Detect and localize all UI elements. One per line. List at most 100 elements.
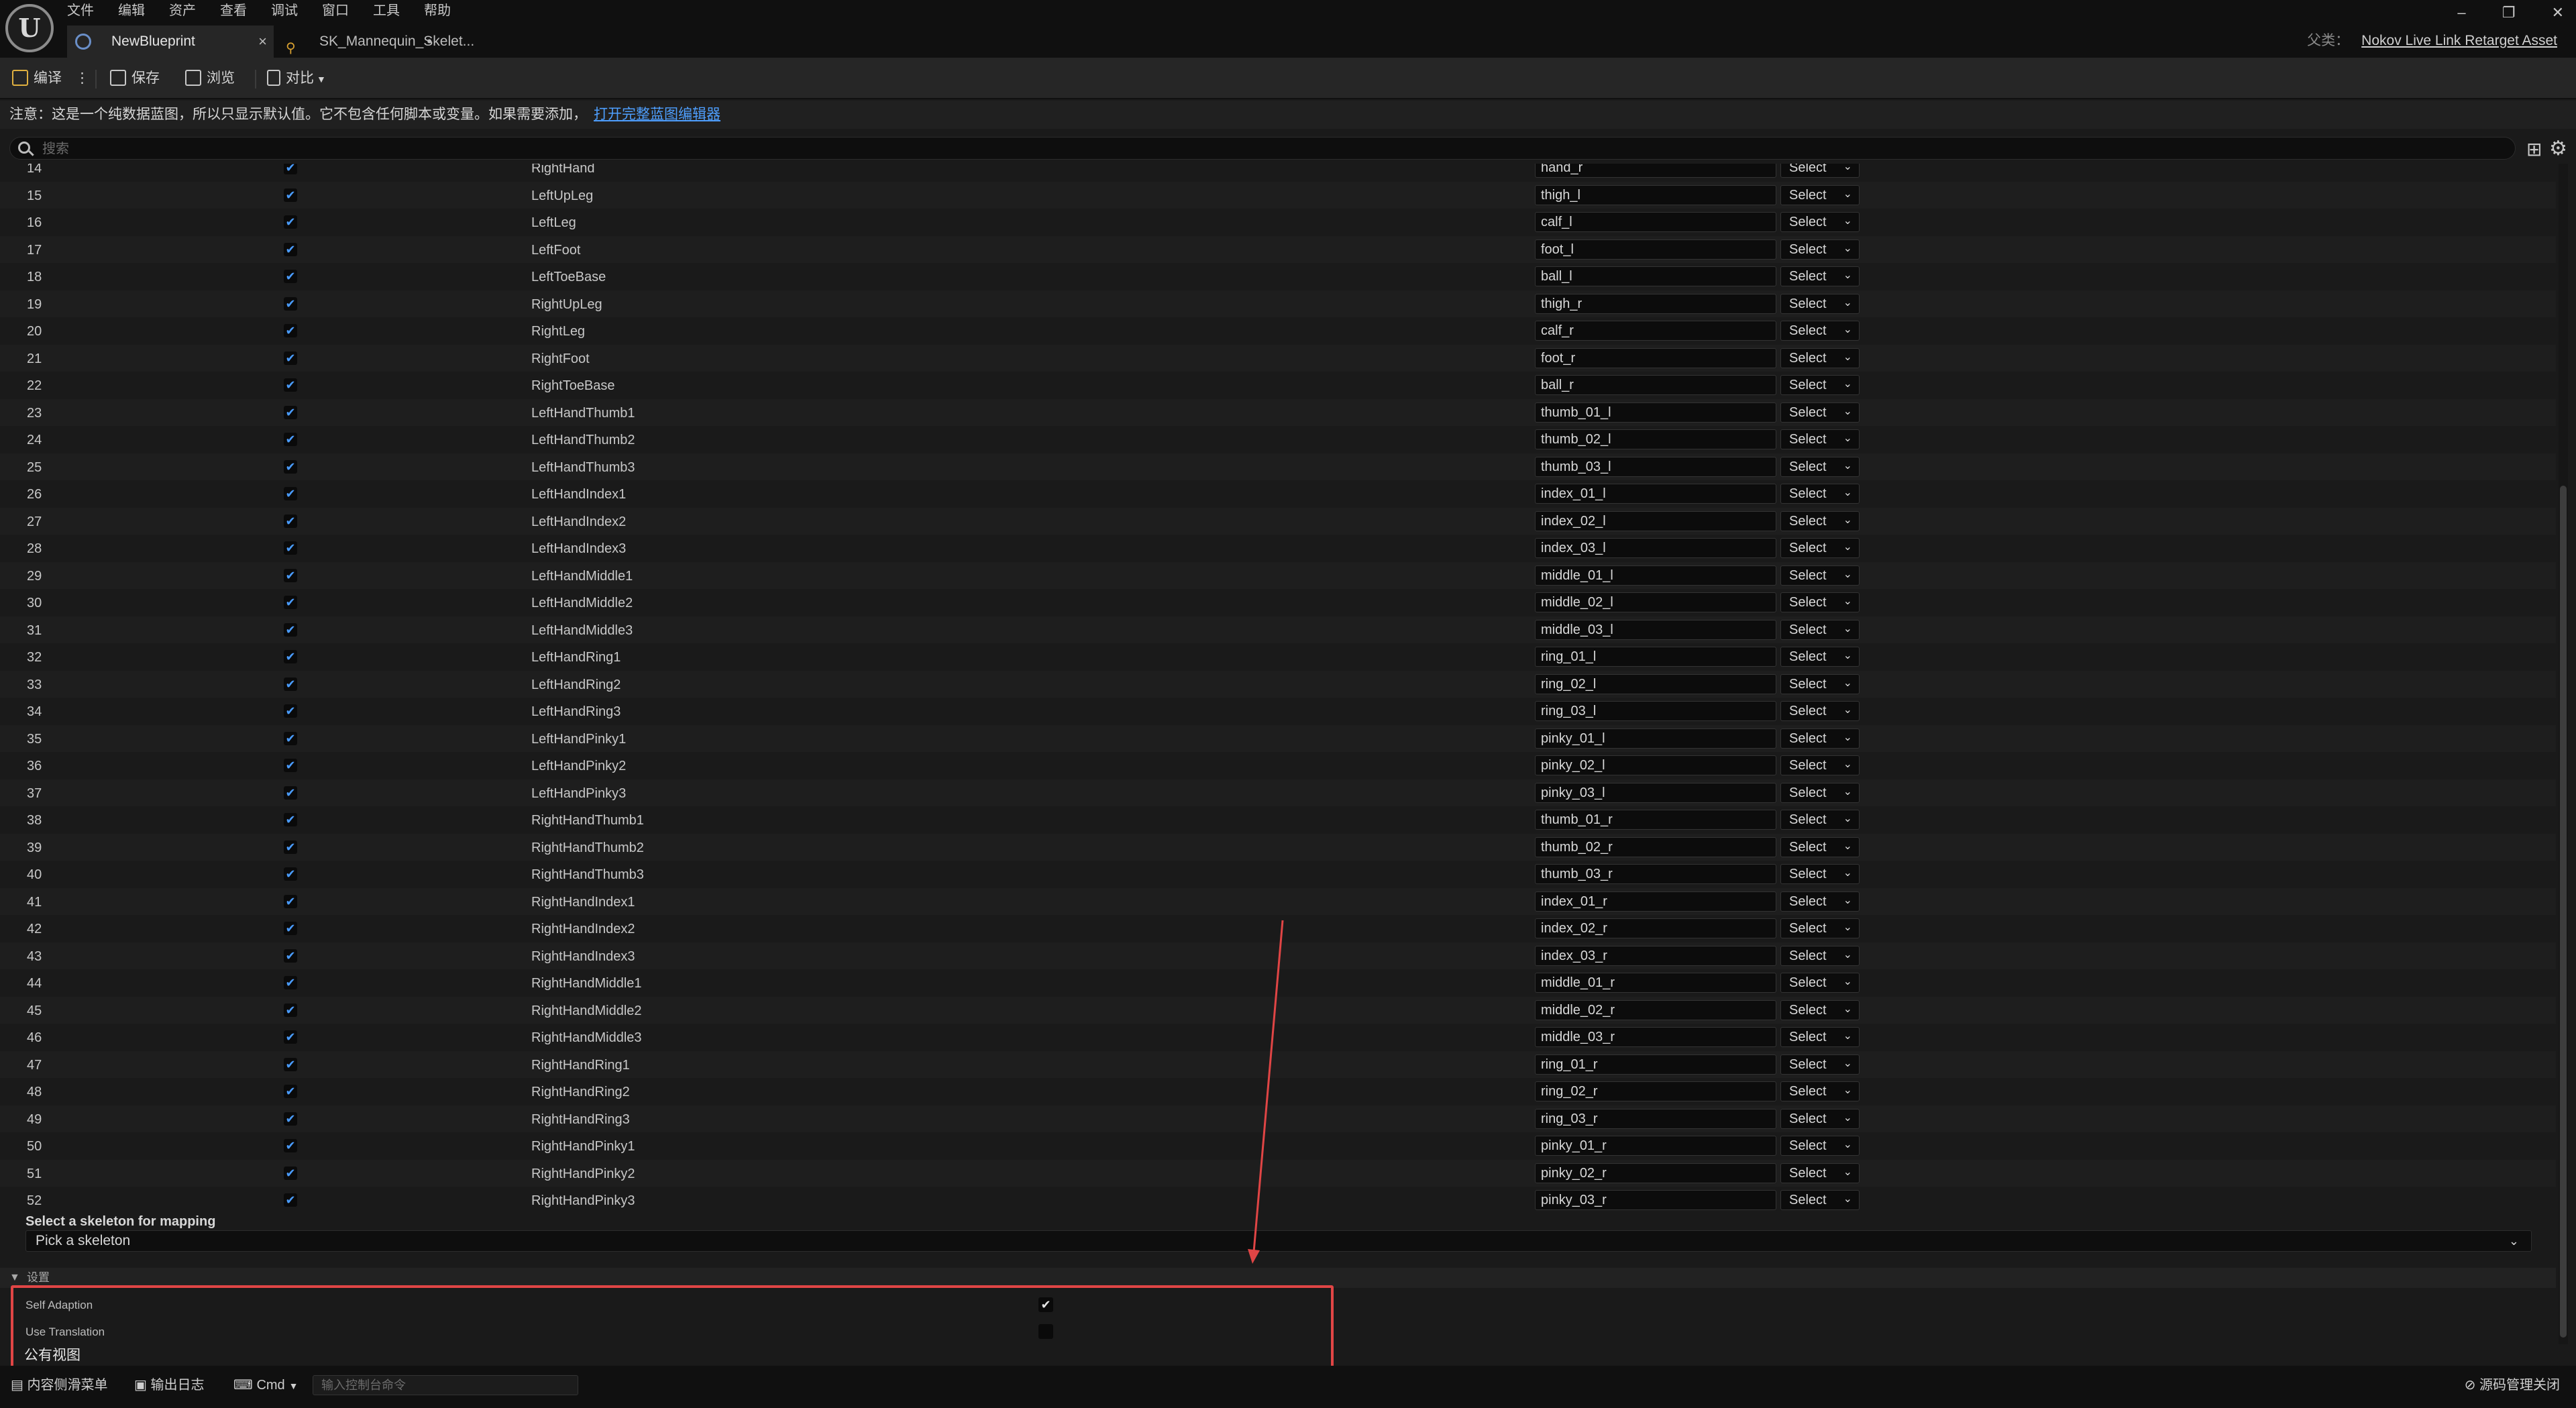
target-bone-field[interactable]: index_03_l bbox=[1535, 538, 1776, 558]
bone-select-dropdown[interactable]: Select ⌄ bbox=[1780, 164, 1860, 178]
menu-item[interactable]: 帮助 bbox=[424, 0, 451, 21]
target-bone-field[interactable]: index_01_l bbox=[1535, 484, 1776, 504]
target-bone-field[interactable]: thumb_02_r bbox=[1535, 836, 1776, 857]
bone-select-dropdown[interactable]: Select ⌄ bbox=[1780, 510, 1860, 531]
row-enabled-checkbox[interactable]: ✔ bbox=[284, 894, 297, 908]
bone-select-dropdown[interactable]: Select ⌄ bbox=[1780, 647, 1860, 667]
scrollbar[interactable] bbox=[2559, 164, 2568, 1344]
row-enabled-checkbox[interactable]: ✔ bbox=[284, 922, 297, 935]
bone-select-dropdown[interactable]: Select ⌄ bbox=[1780, 755, 1860, 775]
target-bone-field[interactable]: pinky_01_l bbox=[1535, 728, 1776, 749]
bone-select-dropdown[interactable]: Select ⌄ bbox=[1780, 810, 1860, 830]
row-enabled-checkbox[interactable]: ✔ bbox=[284, 867, 297, 881]
menu-item[interactable]: 查看 bbox=[220, 0, 247, 21]
search-input[interactable] bbox=[41, 138, 2456, 160]
tab-newblueprint[interactable]: NewBlueprint × bbox=[67, 25, 274, 58]
row-enabled-checkbox[interactable]: ✔ bbox=[284, 296, 297, 311]
bone-select-dropdown[interactable]: Select ⌄ bbox=[1780, 1054, 1860, 1075]
menu-item[interactable]: 调试 bbox=[271, 0, 298, 21]
gear-icon[interactable]: ⚙ bbox=[2549, 137, 2567, 160]
target-bone-field[interactable]: ring_03_r bbox=[1535, 1108, 1776, 1129]
row-enabled-checkbox[interactable]: ✔ bbox=[284, 164, 297, 174]
row-enabled-checkbox[interactable]: ✔ bbox=[284, 270, 297, 283]
target-bone-field[interactable]: hand_r bbox=[1535, 164, 1776, 178]
row-enabled-checkbox[interactable]: ✔ bbox=[284, 704, 297, 718]
row-enabled-checkbox[interactable]: ✔ bbox=[284, 1030, 297, 1044]
bone-select-dropdown[interactable]: Select ⌄ bbox=[1780, 1136, 1860, 1156]
row-enabled-checkbox[interactable]: ✔ bbox=[284, 1193, 297, 1207]
row-enabled-checkbox[interactable]: ✔ bbox=[284, 568, 297, 582]
row-enabled-checkbox[interactable]: ✔ bbox=[284, 215, 297, 229]
row-enabled-checkbox[interactable]: ✔ bbox=[284, 1166, 297, 1180]
browse-button[interactable]: 浏览 bbox=[185, 68, 235, 89]
menu-item[interactable]: 文件 bbox=[67, 0, 94, 21]
row-enabled-checkbox[interactable]: ✔ bbox=[284, 759, 297, 772]
bone-select-dropdown[interactable]: Select ⌄ bbox=[1780, 891, 1860, 912]
bone-select-dropdown[interactable]: Select ⌄ bbox=[1780, 973, 1860, 993]
bone-select-dropdown[interactable]: Select ⌄ bbox=[1780, 375, 1860, 395]
target-bone-field[interactable]: ring_02_l bbox=[1535, 673, 1776, 694]
target-bone-field[interactable]: pinky_01_r bbox=[1535, 1136, 1776, 1156]
save-button[interactable]: 保存 bbox=[110, 68, 160, 89]
bone-select-dropdown[interactable]: Select ⌄ bbox=[1780, 538, 1860, 558]
bone-select-dropdown[interactable]: Select ⌄ bbox=[1780, 1027, 1860, 1047]
skeleton-dropdown[interactable]: Pick a skeleton ⌄ bbox=[25, 1230, 2532, 1252]
row-enabled-checkbox[interactable]: ✔ bbox=[284, 188, 297, 202]
bone-select-dropdown[interactable]: Select ⌄ bbox=[1780, 347, 1860, 368]
unreal-logo-icon[interactable]: U bbox=[5, 4, 54, 52]
bone-select-dropdown[interactable]: Select ⌄ bbox=[1780, 1081, 1860, 1101]
target-bone-field[interactable]: index_02_l bbox=[1535, 510, 1776, 531]
row-enabled-checkbox[interactable]: ✔ bbox=[284, 1057, 297, 1071]
row-enabled-checkbox[interactable]: ✔ bbox=[284, 813, 297, 826]
console-command-input[interactable] bbox=[313, 1375, 578, 1395]
bone-select-dropdown[interactable]: Select ⌄ bbox=[1780, 429, 1860, 449]
row-enabled-checkbox[interactable]: ✔ bbox=[284, 324, 297, 337]
bone-select-dropdown[interactable]: Select ⌄ bbox=[1780, 266, 1860, 286]
tab-close-button[interactable]: × bbox=[258, 25, 267, 58]
row-enabled-checkbox[interactable]: ✔ bbox=[284, 976, 297, 989]
row-enabled-checkbox[interactable]: ✔ bbox=[284, 650, 297, 663]
row-enabled-checkbox[interactable]: ✔ bbox=[284, 596, 297, 609]
target-bone-field[interactable]: ring_03_l bbox=[1535, 701, 1776, 721]
view-options-icon[interactable]: ⊞ bbox=[2526, 138, 2542, 160]
row-enabled-checkbox[interactable]: ✔ bbox=[284, 731, 297, 745]
target-bone-field[interactable]: middle_02_l bbox=[1535, 592, 1776, 612]
bone-select-dropdown[interactable]: Select ⌄ bbox=[1780, 918, 1860, 938]
bone-select-dropdown[interactable]: Select ⌄ bbox=[1780, 1190, 1860, 1210]
bone-select-dropdown[interactable]: Select ⌄ bbox=[1780, 239, 1860, 260]
target-bone-field[interactable]: middle_03_r bbox=[1535, 1027, 1776, 1047]
bone-select-dropdown[interactable]: Select ⌄ bbox=[1780, 212, 1860, 232]
bone-select-dropdown[interactable]: Select ⌄ bbox=[1780, 673, 1860, 694]
row-enabled-checkbox[interactable]: ✔ bbox=[284, 487, 297, 500]
minimize-button[interactable]: – bbox=[2457, 4, 2465, 21]
target-bone-field[interactable]: calf_l bbox=[1535, 212, 1776, 232]
row-enabled-checkbox[interactable]: ✔ bbox=[284, 949, 297, 963]
row-enabled-checkbox[interactable]: ✔ bbox=[284, 677, 297, 691]
row-enabled-checkbox[interactable]: ✔ bbox=[284, 1085, 297, 1098]
bone-select-dropdown[interactable]: Select ⌄ bbox=[1780, 999, 1860, 1020]
target-bone-field[interactable]: middle_03_l bbox=[1535, 619, 1776, 640]
diff-button[interactable]: 对比 ▼ bbox=[267, 68, 326, 89]
bone-select-dropdown[interactable]: Select ⌄ bbox=[1780, 293, 1860, 314]
parent-class-link[interactable]: Nokov Live Link Retarget Asset bbox=[2361, 33, 2557, 48]
row-enabled-checkbox[interactable]: ✔ bbox=[284, 622, 297, 637]
target-bone-field[interactable]: pinky_03_r bbox=[1535, 1190, 1776, 1210]
target-bone-field[interactable]: foot_r bbox=[1535, 347, 1776, 368]
target-bone-field[interactable]: pinky_03_l bbox=[1535, 782, 1776, 803]
bone-select-dropdown[interactable]: Select ⌄ bbox=[1780, 565, 1860, 586]
bone-select-dropdown[interactable]: Select ⌄ bbox=[1780, 864, 1860, 884]
output-log-button[interactable]: ▣ 输出日志 bbox=[134, 1375, 204, 1395]
bone-select-dropdown[interactable]: Select ⌄ bbox=[1780, 701, 1860, 721]
bone-select-dropdown[interactable]: Select ⌄ bbox=[1780, 592, 1860, 612]
row-enabled-checkbox[interactable]: ✔ bbox=[284, 459, 297, 474]
target-bone-field[interactable]: ring_01_l bbox=[1535, 647, 1776, 667]
tab-modified-indicator[interactable]: • bbox=[427, 25, 432, 58]
target-bone-field[interactable]: middle_02_r bbox=[1535, 999, 1776, 1020]
menu-item[interactable]: 工具 bbox=[373, 0, 400, 21]
menu-item[interactable]: 资产 bbox=[169, 0, 196, 21]
source-control-button[interactable]: ⊘ 源码管理关闭 bbox=[2465, 1375, 2560, 1395]
close-window-button[interactable]: ✕ bbox=[2552, 4, 2564, 21]
compile-button[interactable]: 编译 bbox=[12, 68, 62, 89]
bone-select-dropdown[interactable]: Select ⌄ bbox=[1780, 728, 1860, 749]
bone-select-dropdown[interactable]: Select ⌄ bbox=[1780, 782, 1860, 803]
